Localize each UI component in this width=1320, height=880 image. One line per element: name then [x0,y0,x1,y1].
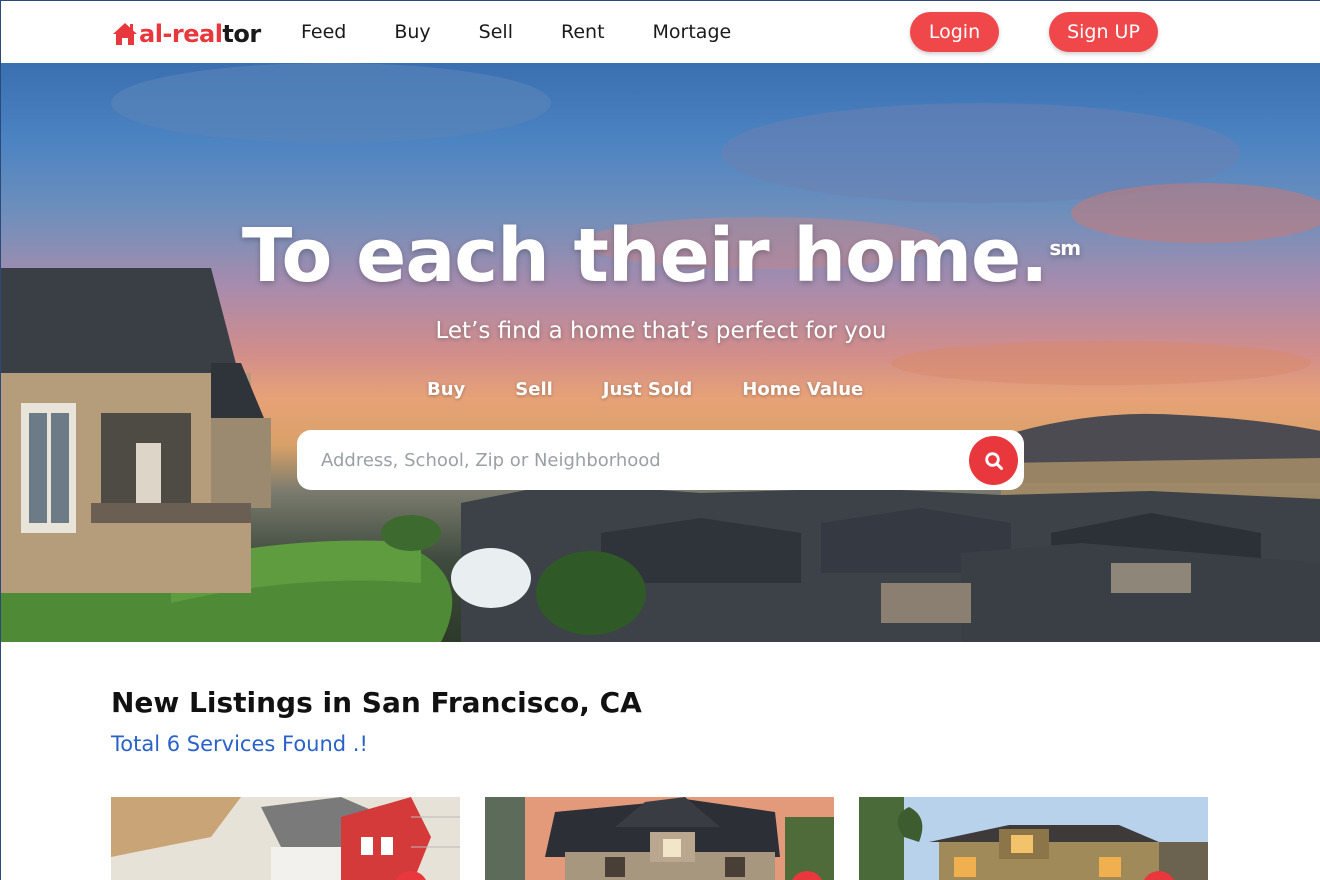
tab-sell[interactable]: Sell [515,379,553,400]
hero-banner: To each their home. sm Let’s find a home … [1,63,1320,642]
brand-logo[interactable]: al-real tor [111,19,261,49]
listings-heading: New Listings in San Francisco, CA [111,686,642,719]
search-icon [984,451,1003,470]
listing-image-suburban-house [485,797,834,880]
house-icon [113,23,137,45]
listings-count[interactable]: Total 6 Services Found .! [111,732,368,756]
nav-link-rent[interactable]: Rent [561,21,605,43]
top-navbar: al-real tor Feed Buy Sell Rent Mortage Lo… [1,1,1320,63]
search-mode-tabs: Buy Sell Just Sold Home Value [427,379,913,400]
hero-background-image [1,63,1320,642]
login-button[interactable]: Login [910,12,999,52]
nav-link-mortage[interactable]: Mortage [653,21,732,43]
listing-card[interactable] [485,797,834,880]
listing-image-house-model [111,797,460,880]
nav-link-feed[interactable]: Feed [301,21,346,43]
brand-name-dark: tor [222,20,261,48]
search-bar [297,430,1024,490]
listing-image-craftsman-house [859,797,1208,880]
signup-button[interactable]: Sign UP [1049,12,1158,52]
search-input[interactable] [321,446,941,474]
search-button[interactable] [969,436,1018,485]
hero-subtitle: Let’s find a home that’s perfect for you [435,318,887,344]
hero-title: To each their home. sm [241,213,1081,299]
brand-name-accent: al-real [139,20,223,48]
listing-card[interactable] [859,797,1208,880]
nav-link-buy[interactable]: Buy [394,21,430,43]
service-mark: sm [1049,236,1081,260]
main-nav: Feed Buy Sell Rent Mortage [301,21,779,43]
tab-buy[interactable]: Buy [427,379,465,400]
tab-just-sold[interactable]: Just Sold [603,379,692,400]
listing-card[interactable] [111,797,460,880]
tab-home-value[interactable]: Home Value [742,379,863,400]
nav-link-sell[interactable]: Sell [479,21,513,43]
